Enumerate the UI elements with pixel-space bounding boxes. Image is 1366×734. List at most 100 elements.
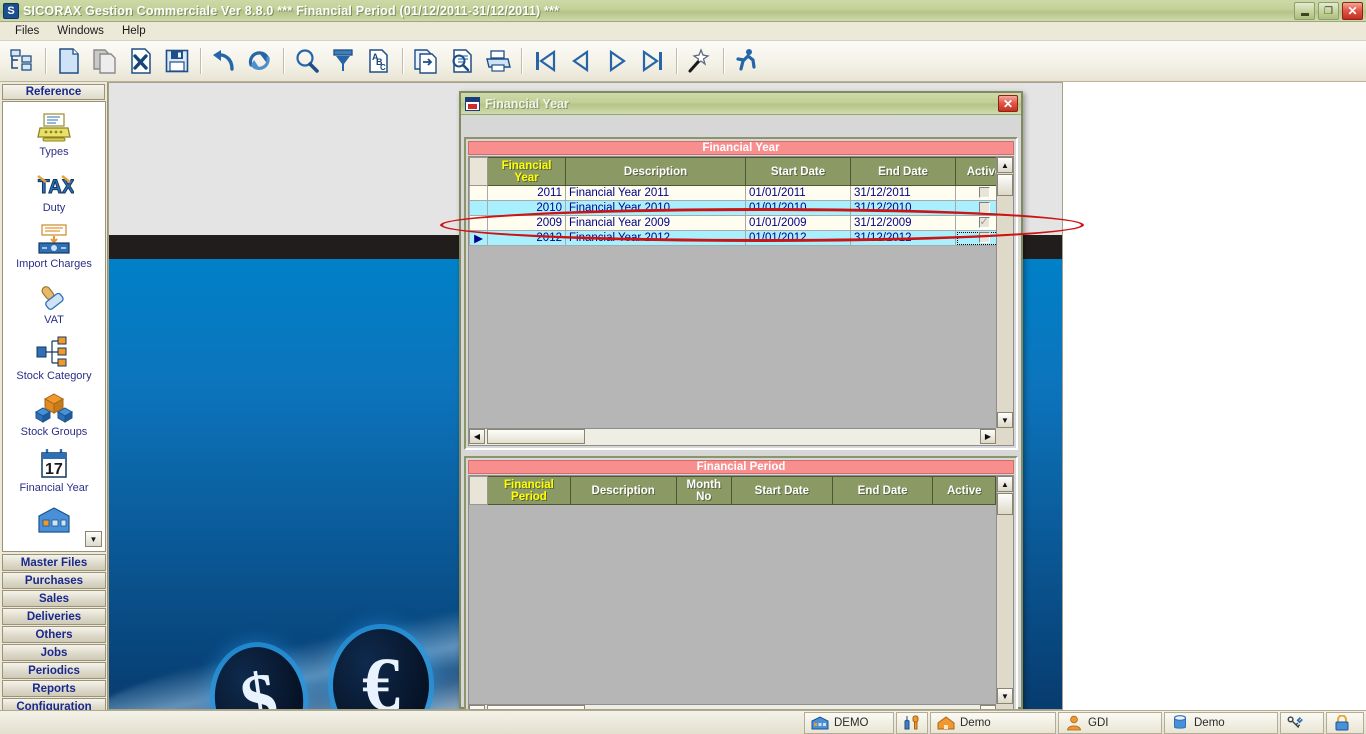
row-selector[interactable] xyxy=(469,200,488,216)
financial-period-grid[interactable]: Financial Period Description Month No St… xyxy=(469,476,996,505)
vertical-scroll-thumb[interactable] xyxy=(997,493,1013,515)
active-checkbox[interactable] xyxy=(978,217,990,229)
horizontal-scroll-thumb[interactable] xyxy=(487,429,585,444)
cell-start-date[interactable]: 01/01/2009 xyxy=(745,215,851,231)
sidebar-group-reports[interactable]: Reports xyxy=(2,680,106,697)
next-record-icon[interactable] xyxy=(599,44,635,78)
tree-view-icon[interactable] xyxy=(4,44,40,78)
scroll-up-arrow-icon[interactable]: ▲ xyxy=(997,476,1013,492)
active-checkbox[interactable] xyxy=(978,202,990,214)
sidebar-item-duty[interactable]: TAX Duty xyxy=(3,158,105,214)
active-checkbox[interactable] xyxy=(978,187,990,199)
row-selector[interactable] xyxy=(469,185,488,201)
cell-financial-year[interactable]: 2012 xyxy=(487,230,566,246)
column-header-financial-period[interactable]: Financial Period xyxy=(487,476,571,505)
row-selector[interactable]: ▶ xyxy=(469,230,488,246)
sidebar-item-stock-groups[interactable]: Stock Groups xyxy=(3,382,105,438)
column-header-end-date[interactable]: End Date xyxy=(831,476,934,505)
sidebar-group-sales[interactable]: Sales xyxy=(2,590,106,607)
status-lock[interactable] xyxy=(1326,711,1364,734)
column-header-description[interactable]: Description xyxy=(569,476,677,505)
last-record-icon[interactable] xyxy=(635,44,671,78)
column-header-active[interactable]: Active xyxy=(932,476,996,505)
sidebar-items-panel[interactable]: Types TAX Duty Import Charges VAT Stock … xyxy=(2,101,106,552)
cell-end-date[interactable]: 31/12/2011 xyxy=(850,185,956,201)
cell-financial-year[interactable]: 2011 xyxy=(487,185,566,201)
cell-description[interactable]: Financial Year 2010 xyxy=(565,200,746,216)
cell-end-date[interactable]: 31/12/2009 xyxy=(850,215,956,231)
column-header-financial-year[interactable]: Financial Year xyxy=(487,157,566,186)
status-database[interactable]: Demo xyxy=(1164,711,1278,734)
column-header-end-date[interactable]: End Date xyxy=(850,157,956,186)
undo-icon[interactable] xyxy=(206,44,242,78)
status-user[interactable]: GDI xyxy=(1058,711,1162,734)
financial-year-horizontal-scrollbar[interactable]: ◀ ▶ xyxy=(469,428,996,445)
cell-financial-year[interactable]: 2010 xyxy=(487,200,566,216)
table-row[interactable]: 2010 Financial Year 2010 01/01/2010 31/1… xyxy=(469,200,1013,216)
search-icon[interactable] xyxy=(289,44,325,78)
table-row[interactable]: 2009 Financial Year 2009 01/01/2009 31/1… xyxy=(469,215,1013,231)
vertical-scroll-thumb[interactable] xyxy=(997,174,1013,196)
sidebar-group-periodics[interactable]: Periodics xyxy=(2,662,106,679)
cell-description[interactable]: Financial Year 2012 xyxy=(565,230,746,246)
cell-start-date[interactable]: 01/01/2012 xyxy=(745,230,851,246)
table-row[interactable]: 2011 Financial Year 2011 01/01/2011 31/1… xyxy=(469,185,1013,201)
scroll-left-arrow-icon[interactable]: ◀ xyxy=(469,429,485,444)
refresh-icon[interactable] xyxy=(242,44,278,78)
restore-button[interactable] xyxy=(1318,2,1339,20)
cell-end-date[interactable]: 31/12/2012 xyxy=(850,230,956,246)
export-icon[interactable] xyxy=(408,44,444,78)
wizard-wand-icon[interactable] xyxy=(682,44,718,78)
status-company[interactable]: DEMO xyxy=(804,711,894,734)
sidebar-group-deliveries[interactable]: Deliveries xyxy=(2,608,106,625)
financial-year-close-button[interactable]: ✕ xyxy=(998,95,1018,112)
menu-item-windows[interactable]: Windows xyxy=(48,23,113,39)
run-icon[interactable] xyxy=(729,44,765,78)
menu-item-files[interactable]: Files xyxy=(6,23,48,39)
menu-item-help[interactable]: Help xyxy=(113,23,155,39)
status-home[interactable]: Demo xyxy=(930,711,1056,734)
financial-year-grid[interactable]: Financial Year Description Start Date En… xyxy=(469,157,1013,246)
preview-icon[interactable] xyxy=(444,44,480,78)
financial-year-vertical-scrollbar[interactable]: ▲ ▼ xyxy=(996,157,1013,428)
financial-period-grid-wrapper[interactable]: Financial Period Description Month No St… xyxy=(468,475,1014,709)
filter-icon[interactable] xyxy=(325,44,361,78)
column-header-start-date[interactable]: Start Date xyxy=(730,476,833,505)
cell-description[interactable]: Financial Year 2011 xyxy=(565,185,746,201)
cell-start-date[interactable]: 01/01/2011 xyxy=(745,185,851,201)
sidebar-group-purchases[interactable]: Purchases xyxy=(2,572,106,589)
sidebar-item-financial-year[interactable]: 17 Financial Year xyxy=(3,438,105,494)
cell-end-date[interactable]: 31/12/2010 xyxy=(850,200,956,216)
sidebar-item-import-charges[interactable]: Import Charges xyxy=(3,214,105,270)
scroll-right-arrow-icon[interactable]: ▶ xyxy=(980,429,996,444)
cell-description[interactable]: Financial Year 2009 xyxy=(565,215,746,231)
print-icon[interactable] xyxy=(480,44,516,78)
sidebar-group-jobs[interactable]: Jobs xyxy=(2,644,106,661)
scroll-down-arrow-icon[interactable]: ▼ xyxy=(997,688,1013,704)
sort-abc-icon[interactable]: A B C xyxy=(361,44,397,78)
status-tools[interactable] xyxy=(896,711,928,734)
sidebar-scroll-down-button[interactable]: ▼ xyxy=(85,531,102,547)
first-record-icon[interactable] xyxy=(527,44,563,78)
minimize-button[interactable] xyxy=(1294,2,1315,20)
scroll-down-arrow-icon[interactable]: ▼ xyxy=(997,412,1013,428)
column-header-description[interactable]: Description xyxy=(565,157,746,186)
status-keys[interactable] xyxy=(1280,711,1324,734)
sidebar-item-types[interactable]: Types xyxy=(3,102,105,158)
cell-start-date[interactable]: 01/01/2010 xyxy=(745,200,851,216)
save-icon[interactable] xyxy=(159,44,195,78)
sidebar-item-stock-category[interactable]: Stock Category xyxy=(3,326,105,382)
delete-document-icon[interactable] xyxy=(123,44,159,78)
new-document-icon[interactable] xyxy=(51,44,87,78)
financial-period-vertical-scrollbar[interactable]: ▲ ▼ xyxy=(996,476,1013,704)
financial-year-title-bar[interactable]: Financial Year ✕ xyxy=(461,93,1021,115)
column-header-month-no[interactable]: Month No xyxy=(675,476,732,505)
active-checkbox[interactable] xyxy=(978,232,990,244)
sidebar-group-master-files[interactable]: Master Files xyxy=(2,554,106,571)
sidebar-item-warehouse[interactable] xyxy=(3,494,105,536)
sidebar-group-others[interactable]: Others xyxy=(2,626,106,643)
table-row[interactable]: ▶ 2012 Financial Year 2012 01/01/2012 31… xyxy=(469,230,1013,246)
row-selector[interactable] xyxy=(469,215,488,231)
previous-record-icon[interactable] xyxy=(563,44,599,78)
column-header-start-date[interactable]: Start Date xyxy=(745,157,851,186)
